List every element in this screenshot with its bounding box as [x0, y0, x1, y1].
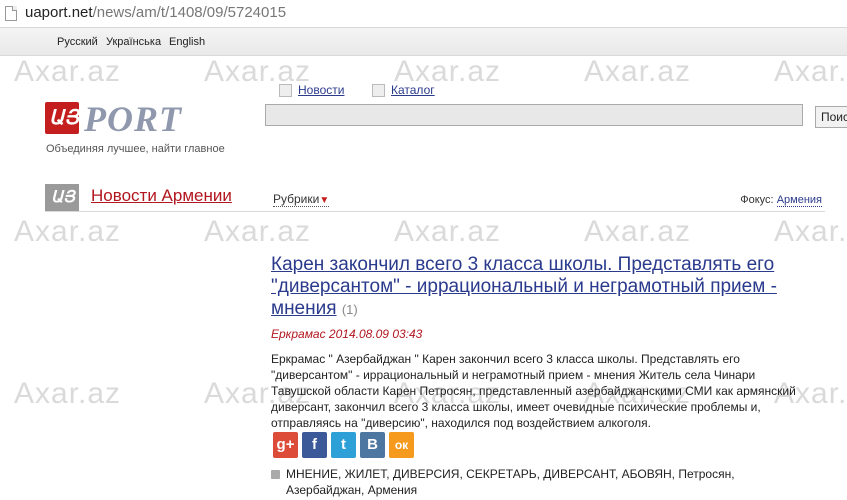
watermark: Axar.az	[204, 55, 312, 88]
language-bar: Русский Українська English	[0, 28, 847, 56]
focus-label: Фокус:	[740, 194, 774, 206]
search-button[interactable]: Поис	[815, 106, 847, 128]
google-plus-icon[interactable]: g+	[273, 432, 298, 458]
watermark: Axar.az	[204, 215, 312, 248]
watermark: Axar.az	[584, 55, 692, 88]
article-body: Еркрамас " Азербайджан " Карен закончил …	[271, 352, 796, 430]
facebook-icon[interactable]: f	[302, 432, 327, 458]
nav-link-catalog[interactable]: Каталог	[391, 83, 435, 97]
logo-mark[interactable]: ԱՅ	[45, 102, 79, 134]
site-tagline: Объединяя лучшее, найти главное	[46, 143, 225, 155]
logo-text[interactable]: PORT	[84, 98, 182, 140]
url-host: uaport.net	[25, 4, 93, 21]
lang-link-english[interactable]: English	[169, 36, 205, 48]
focus-filter: Фокус: Армения	[740, 194, 822, 207]
comment-count[interactable]: (1)	[342, 302, 358, 317]
watermark: Axar.az	[774, 55, 847, 88]
section-divider	[45, 211, 825, 212]
section-icon: ԱՅ	[45, 184, 79, 212]
watermark: Axar.az	[14, 55, 122, 88]
nav-link-news[interactable]: Новости	[298, 83, 344, 97]
rubrics-label: Рубрики	[273, 192, 320, 206]
catalog-icon	[372, 84, 385, 97]
search-input[interactable]	[265, 104, 803, 126]
lang-link-russian[interactable]: Русский	[57, 36, 98, 48]
tag-icon	[271, 470, 280, 479]
article-headline: Карен закончил всего 3 класса школы. Пре…	[271, 254, 791, 321]
watermark: Axar.az	[14, 215, 122, 248]
url-path: /news/am/t/1408/09/5724015	[92, 4, 287, 21]
watermark: Axar.az	[584, 215, 692, 248]
browser-address-bar[interactable]: uaport.net/news/am/t/1408/09/5724015	[0, 0, 847, 28]
logo-glyph: ԱՅ	[49, 107, 79, 129]
article-source-date: Еркрамас 2014.08.09 03:43	[271, 327, 423, 341]
rubrics-dropdown[interactable]: Рубрики▼	[273, 192, 330, 207]
chevron-down-icon: ▼	[319, 195, 330, 206]
odnoklassniki-icon[interactable]: ок	[389, 432, 414, 458]
vkontakte-icon[interactable]: B	[360, 432, 385, 458]
watermark: Axar.az	[394, 215, 502, 248]
lang-link-ukrainian[interactable]: Українська	[106, 36, 161, 48]
section-glyph: ԱՅ	[51, 189, 75, 206]
url-text[interactable]: uaport.net/news/am/t/1408/09/5724015	[25, 4, 286, 21]
watermark: Axar.az	[14, 377, 122, 410]
page-icon	[5, 6, 17, 21]
article-tags[interactable]: МНЕНИЕ, ЖИЛЕТ, ДИВЕРСИЯ, СЕКРЕТАРЬ, ДИВЕ…	[286, 466, 796, 498]
watermark: Axar.az	[774, 215, 847, 248]
twitter-icon[interactable]: t	[331, 432, 356, 458]
section-title-link[interactable]: Новости Армении	[91, 186, 232, 206]
news-icon	[279, 84, 292, 97]
focus-link-armenia[interactable]: Армения	[776, 194, 822, 207]
